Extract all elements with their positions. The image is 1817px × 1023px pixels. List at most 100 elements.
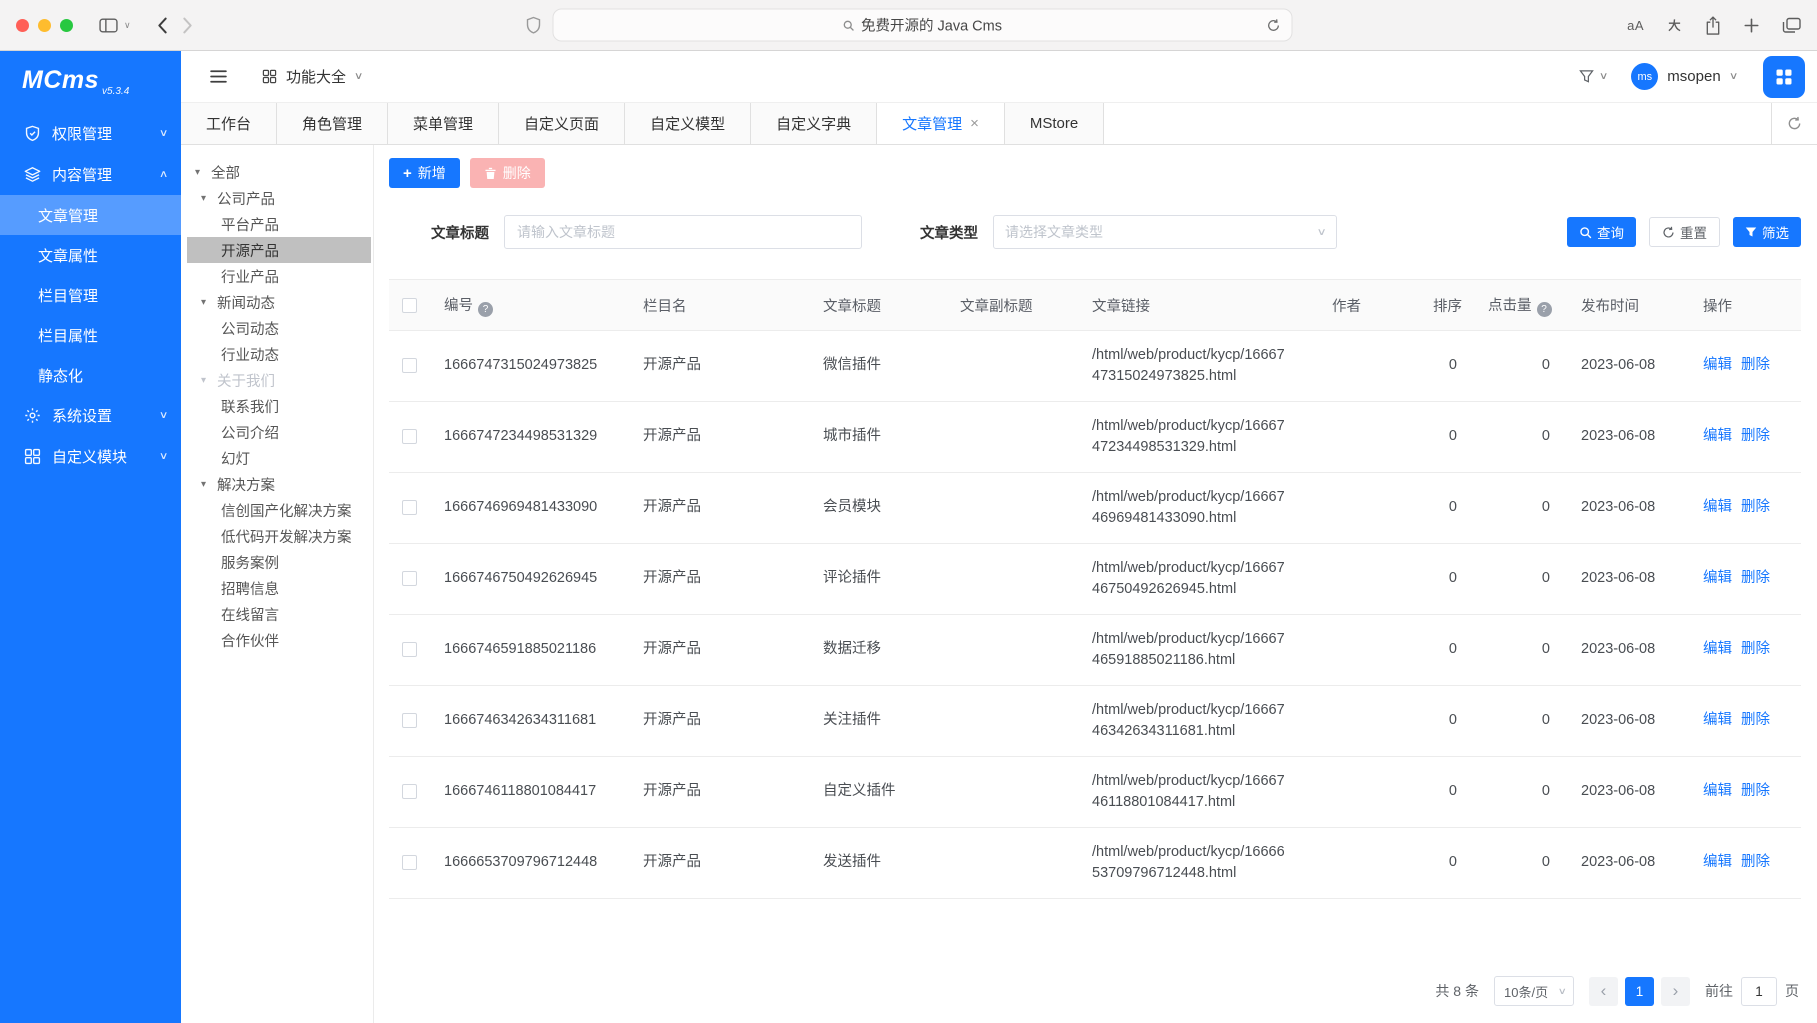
tree-node-contact-us[interactable]: 联系我们 — [187, 393, 371, 419]
row-checkbox[interactable] — [402, 429, 417, 444]
tab-workbench[interactable]: 工作台 — [181, 103, 277, 144]
sidebar-item-category-attrs[interactable]: 栏目属性 — [0, 315, 181, 355]
menu-collapse-icon[interactable] — [209, 68, 228, 85]
privacy-shield-icon[interactable] — [525, 16, 541, 34]
delete-link[interactable]: 删除 — [1741, 783, 1770, 799]
expand-arrow-icon[interactable]: ▾ — [201, 479, 217, 490]
row-checkbox[interactable] — [402, 642, 417, 657]
expand-arrow-icon[interactable]: ▾ — [201, 375, 217, 386]
edit-link[interactable]: 编辑 — [1703, 428, 1732, 444]
share-icon[interactable] — [1705, 16, 1721, 35]
delete-link[interactable]: 删除 — [1741, 570, 1770, 586]
lock-screen-button[interactable] — [1763, 56, 1805, 98]
row-checkbox[interactable] — [402, 500, 417, 515]
delete-link[interactable]: 删除 — [1741, 357, 1770, 373]
tree-node-partners[interactable]: 合作伙伴 — [187, 627, 371, 653]
delete-button[interactable]: 删除 — [470, 158, 545, 188]
tab-custom-dicts[interactable]: 自定义字典 — [751, 103, 877, 144]
expand-arrow-icon[interactable]: ▾ — [195, 167, 211, 178]
delete-link[interactable]: 删除 — [1741, 712, 1770, 728]
edit-link[interactable]: 编辑 — [1703, 570, 1732, 586]
tree-node-opensource-products[interactable]: 开源产品 — [187, 237, 371, 263]
tab-custom-models[interactable]: 自定义模型 — [625, 103, 751, 144]
minimize-window-button[interactable] — [38, 19, 51, 32]
sidebar-item-article-attrs[interactable]: 文章属性 — [0, 235, 181, 275]
delete-link[interactable]: 删除 — [1741, 499, 1770, 515]
reload-icon[interactable] — [1266, 18, 1280, 32]
tab-roles[interactable]: 角色管理 — [277, 103, 388, 144]
text-size-icon[interactable]: aA — [1627, 18, 1644, 33]
tree-node-recruitment[interactable]: 招聘信息 — [187, 575, 371, 601]
filter-button[interactable]: 筛选 — [1733, 217, 1801, 247]
sidebar-item-permissions[interactable]: 权限管理∨ — [0, 113, 181, 154]
search-button[interactable]: 查询 — [1567, 217, 1636, 247]
tree-node-service-cases[interactable]: 服务案例 — [187, 549, 371, 575]
edit-link[interactable]: 编辑 — [1703, 783, 1732, 799]
chevron-down-icon[interactable]: ∨ — [124, 20, 131, 31]
row-checkbox[interactable] — [402, 855, 417, 870]
sidebar-item-categories[interactable]: 栏目管理 — [0, 275, 181, 315]
next-page-button[interactable]: › — [1661, 977, 1690, 1006]
tree-node-slides[interactable]: 幻灯 — [187, 445, 371, 471]
select-all-checkbox[interactable] — [402, 298, 417, 313]
tree-node-company-news[interactable]: 公司动态 — [187, 315, 371, 341]
sidebar-item-content[interactable]: 内容管理∧ — [0, 154, 181, 195]
edit-link[interactable]: 编辑 — [1703, 357, 1732, 373]
delete-link[interactable]: 删除 — [1741, 428, 1770, 444]
sidebar-item-system-settings[interactable]: 系统设置∨ — [0, 395, 181, 436]
sidebar-item-custom-modules[interactable]: 自定义模块∨ — [0, 436, 181, 477]
tab-menus[interactable]: 菜单管理 — [388, 103, 499, 144]
tree-node-all[interactable]: ▾全部 — [187, 159, 371, 185]
goto-page-input[interactable] — [1741, 977, 1777, 1006]
row-checkbox[interactable] — [402, 571, 417, 586]
tree-node-platform-products[interactable]: 平台产品 — [187, 211, 371, 237]
tree-node-online-messages[interactable]: 在线留言 — [187, 601, 371, 627]
edit-link[interactable]: 编辑 — [1703, 854, 1732, 870]
tree-node-industry-products[interactable]: 行业产品 — [187, 263, 371, 289]
function-menu-trigger[interactable]: 功能大全 ∨ — [262, 66, 362, 87]
tree-node-news[interactable]: ▾新闻动态 — [187, 289, 371, 315]
tree-node-company-intro[interactable]: 公司介绍 — [187, 419, 371, 445]
prev-page-button[interactable]: ‹ — [1589, 977, 1618, 1006]
title-filter-input[interactable] — [504, 215, 862, 249]
forward-icon[interactable] — [182, 17, 193, 34]
tree-node-lowcode-solution[interactable]: 低代码开发解决方案 — [187, 523, 371, 549]
reset-button[interactable]: 重置 — [1649, 217, 1720, 247]
sidebar-item-static-gen[interactable]: 静态化 — [0, 355, 181, 395]
address-bar[interactable]: 免费开源的 Java Cms — [552, 9, 1292, 42]
tab-custom-pages[interactable]: 自定义页面 — [499, 103, 625, 144]
tree-node-industry-news[interactable]: 行业动态 — [187, 341, 371, 367]
page-1-button[interactable]: 1 — [1625, 977, 1654, 1006]
row-checkbox[interactable] — [402, 713, 417, 728]
type-filter-select[interactable]: 请选择文章类型 ∨ — [993, 215, 1337, 249]
tab-articles[interactable]: 文章管理× — [877, 103, 1005, 144]
tree-node-xinchuang-solution[interactable]: 信创国产化解决方案 — [187, 497, 371, 523]
new-tab-icon[interactable] — [1744, 18, 1759, 33]
sidebar-item-articles[interactable]: 文章管理 — [0, 195, 181, 235]
theme-filter-trigger[interactable]: ∨ — [1579, 69, 1607, 84]
edit-link[interactable]: 编辑 — [1703, 499, 1732, 515]
edit-link[interactable]: 编辑 — [1703, 712, 1732, 728]
edit-link[interactable]: 编辑 — [1703, 641, 1732, 657]
tab-overview-icon[interactable] — [1782, 17, 1801, 34]
tree-node-solutions[interactable]: ▾解决方案 — [187, 471, 371, 497]
expand-arrow-icon[interactable]: ▾ — [201, 193, 217, 204]
tree-node-company-products[interactable]: ▾公司产品 — [187, 185, 371, 211]
user-menu-trigger[interactable]: ms msopen ∨ — [1631, 63, 1737, 90]
back-icon[interactable] — [157, 17, 168, 34]
row-checkbox[interactable] — [402, 358, 417, 373]
tab-mstore[interactable]: MStore — [1005, 103, 1104, 144]
row-checkbox[interactable] — [402, 784, 417, 799]
zoom-window-button[interactable] — [60, 19, 73, 32]
sidebar-toggle-icon[interactable] — [99, 18, 118, 33]
add-button[interactable]: + 新增 — [389, 158, 460, 188]
delete-link[interactable]: 删除 — [1741, 854, 1770, 870]
tab-close-icon[interactable]: × — [970, 116, 979, 131]
expand-arrow-icon[interactable]: ▾ — [201, 297, 217, 308]
page-size-select[interactable]: 10条/页 ∨ — [1494, 976, 1574, 1006]
tree-node-about-us[interactable]: ▾关于我们 — [187, 367, 371, 393]
delete-link[interactable]: 删除 — [1741, 641, 1770, 657]
translate-icon[interactable] — [1667, 18, 1682, 33]
close-window-button[interactable] — [16, 19, 29, 32]
refresh-tab-button[interactable] — [1771, 103, 1817, 144]
